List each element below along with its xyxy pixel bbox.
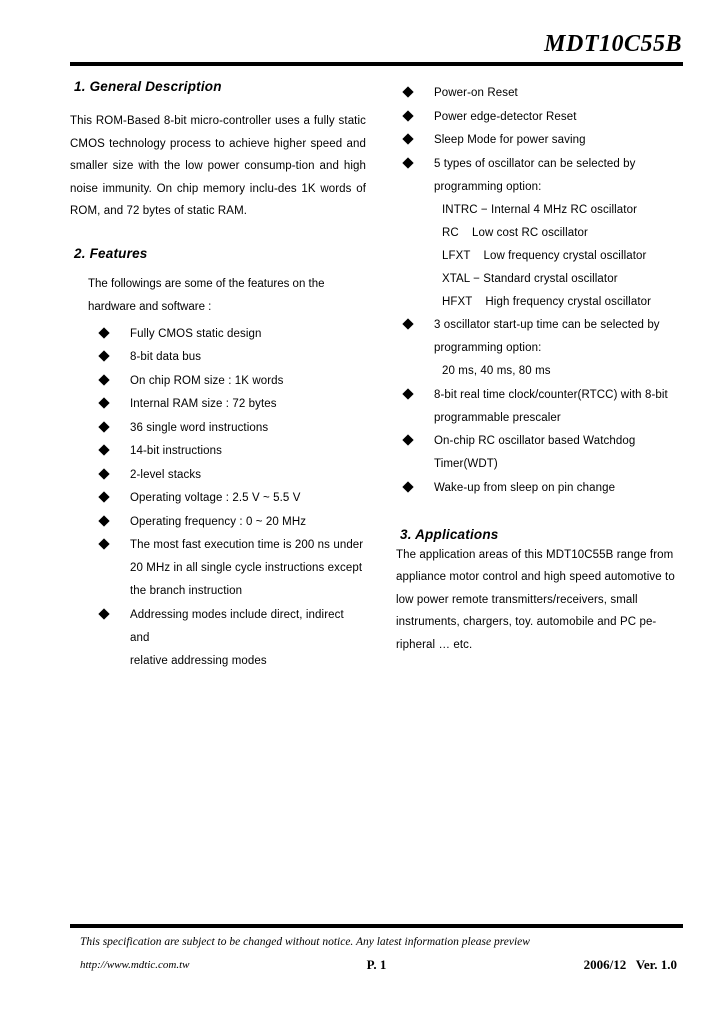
diamond-bullet-icon — [402, 480, 414, 493]
list-item-label: Power-on Reset — [434, 87, 518, 99]
list-item-continuation: programmable prescaler — [434, 411, 561, 424]
diamond-bullet-icon — [402, 434, 414, 446]
list-item: Operating voltage : 2.5 V ~ 5.5 V — [98, 487, 366, 510]
list-item-label: 3 oscillator start-up time can be select… — [434, 319, 660, 331]
list-item: 8-bit data bus — [98, 346, 366, 369]
diamond-bullet-icon — [402, 156, 414, 169]
applications-section: 3. Applications The application areas of… — [396, 526, 684, 657]
list-item-label: 36 single word instructions — [130, 421, 269, 434]
list-item-label: On-chip RC oscillator based Watchdog — [434, 435, 636, 447]
list-item: Operating frequency : 0 ~ 20 MHz — [98, 511, 366, 534]
list-item-label: Operating voltage : 2.5 V ~ 5.5 V — [130, 492, 301, 504]
list-item-label: 8-bit real time clock/counter(RTCC) with… — [434, 388, 668, 401]
diamond-bullet-icon — [98, 514, 110, 527]
oscillator-type: LFXT Low frequency crystal oscillator — [442, 249, 647, 262]
startup-time-values: 20 ms, 40 ms, 80 ms — [442, 365, 551, 377]
list-item-label: Fully CMOS static design — [130, 327, 262, 340]
list-item-label: 5 types of oscillator can be selected by — [434, 157, 636, 170]
list-item: 8-bit real time clock/counter(RTCC) with… — [402, 384, 684, 430]
list-item: 2-level stacks — [98, 464, 366, 487]
left-column: 1. General Description This ROM-Based 8-… — [70, 78, 366, 673]
footer-row: http://www.mdtic.com.tw P. 1 2006/12 Ver… — [70, 955, 683, 977]
list-item: 36 single word instructions — [98, 417, 366, 440]
right-column: Power-on Reset Power edge-detector Reset… — [396, 78, 684, 656]
section-heading-applications: 3. Applications — [400, 526, 499, 542]
list-item: Sleep Mode for power saving — [402, 129, 684, 152]
diamond-bullet-icon — [402, 109, 414, 122]
list-item-continuation: the branch instruction — [130, 585, 243, 597]
list-item-continuation: 20 MHz in all single cycle instructions … — [130, 562, 363, 574]
features-list: Fully CMOS static design 8-bit data bus … — [98, 323, 366, 673]
list-item-continuation: Timer(WDT) — [434, 458, 498, 470]
list-item: Fully CMOS static design — [98, 323, 366, 346]
oscillator-type: RC Low cost RC oscillator — [442, 226, 588, 239]
list-item-label: Addressing modes include direct, indirec… — [130, 608, 344, 644]
features-intro: The followings are some of the features … — [88, 273, 366, 319]
applications-paragraph: The application areas of this MDT10C55B … — [396, 548, 675, 651]
oscillator-type-list: INTRC − Internal 4 MHz RC oscillator RC … — [442, 199, 684, 314]
general-description-paragraph: This ROM-Based 8-bit micro-controller us… — [70, 115, 366, 217]
oscillator-type: XTAL − Standard crystal oscillator — [442, 272, 618, 285]
list-item: Addressing modes include direct, indirec… — [98, 604, 366, 673]
diamond-bullet-icon — [402, 387, 414, 400]
list-item-label: 8-bit data bus — [130, 351, 202, 363]
document-title: MDT10C55B — [544, 31, 682, 57]
page-footer: This specification are subject to be cha… — [70, 924, 683, 977]
features-intro-line: The followings are some of the features … — [88, 277, 325, 290]
diamond-bullet-icon — [98, 326, 110, 339]
list-item: Power edge-detector Reset — [402, 106, 684, 129]
list-item-label: Wake-up from sleep on pin change — [434, 481, 616, 494]
list-item: Internal RAM size : 72 bytes — [98, 393, 366, 416]
list-item: On-chip RC oscillator based Watchdog Tim… — [402, 430, 684, 476]
startup-time-list: 20 ms, 40 ms, 80 ms — [442, 360, 684, 383]
list-item: The most fast execution time is 200 ns u… — [98, 534, 366, 603]
list-item: 5 types of oscillator can be selected by… — [402, 153, 684, 314]
list-item-label: The most fast execution time is 200 ns u… — [130, 539, 364, 551]
list-item-label: 14-bit instructions — [130, 445, 223, 457]
oscillator-type: INTRC − Internal 4 MHz RC oscillator — [442, 203, 637, 216]
list-item-label: Power edge-detector Reset — [434, 110, 577, 123]
diamond-bullet-icon — [98, 444, 110, 456]
diamond-bullet-icon — [402, 86, 414, 98]
diamond-bullet-icon — [98, 350, 110, 362]
list-item: 14-bit instructions — [98, 440, 366, 463]
diamond-bullet-icon — [98, 538, 110, 550]
oscillator-type: HFXT High frequency crystal oscillator — [442, 295, 652, 308]
page-header: MDT10C55B — [70, 30, 683, 66]
section-heading-general-description: 1. General Description — [74, 79, 222, 94]
list-item: 3 oscillator start-up time can be select… — [402, 314, 684, 383]
diamond-bullet-icon — [98, 397, 110, 409]
footer-version: 2006/12 Ver. 1.0 — [583, 957, 677, 972]
list-item: On chip ROM size : 1K words — [98, 370, 366, 393]
features-intro-line: hardware and software : — [88, 300, 212, 313]
header-rule — [70, 62, 683, 66]
list-item: Power-on Reset — [402, 82, 684, 105]
list-item-continuation: programming option: — [434, 180, 542, 193]
list-item-continuation: programming option: — [434, 342, 542, 354]
footer-disclaimer: This specification are subject to be cha… — [80, 936, 530, 948]
list-item-label: 2-level stacks — [130, 468, 202, 481]
list-item-continuation: relative addressing modes — [130, 654, 267, 667]
section-heading-features: 2. Features — [74, 245, 148, 261]
diamond-bullet-icon — [98, 467, 110, 480]
diamond-bullet-icon — [98, 373, 110, 386]
diamond-bullet-icon — [402, 318, 414, 330]
list-item-label: Operating frequency : 0 ~ 20 MHz — [130, 515, 307, 528]
right-features-list: Power-on Reset Power edge-detector Reset… — [402, 82, 684, 500]
diamond-bullet-icon — [98, 607, 110, 620]
diamond-bullet-icon — [402, 133, 414, 145]
datasheet-page: MDT10C55B 1. General Description This RO… — [0, 0, 720, 1012]
footer-rule — [70, 924, 683, 928]
diamond-bullet-icon — [98, 420, 110, 433]
list-item-label: Sleep Mode for power saving — [434, 134, 586, 146]
list-item-label: On chip ROM size : 1K words — [130, 374, 284, 387]
list-item-label: Internal RAM size : 72 bytes — [130, 398, 277, 410]
diamond-bullet-icon — [98, 491, 110, 503]
list-item: Wake-up from sleep on pin change — [402, 477, 684, 500]
